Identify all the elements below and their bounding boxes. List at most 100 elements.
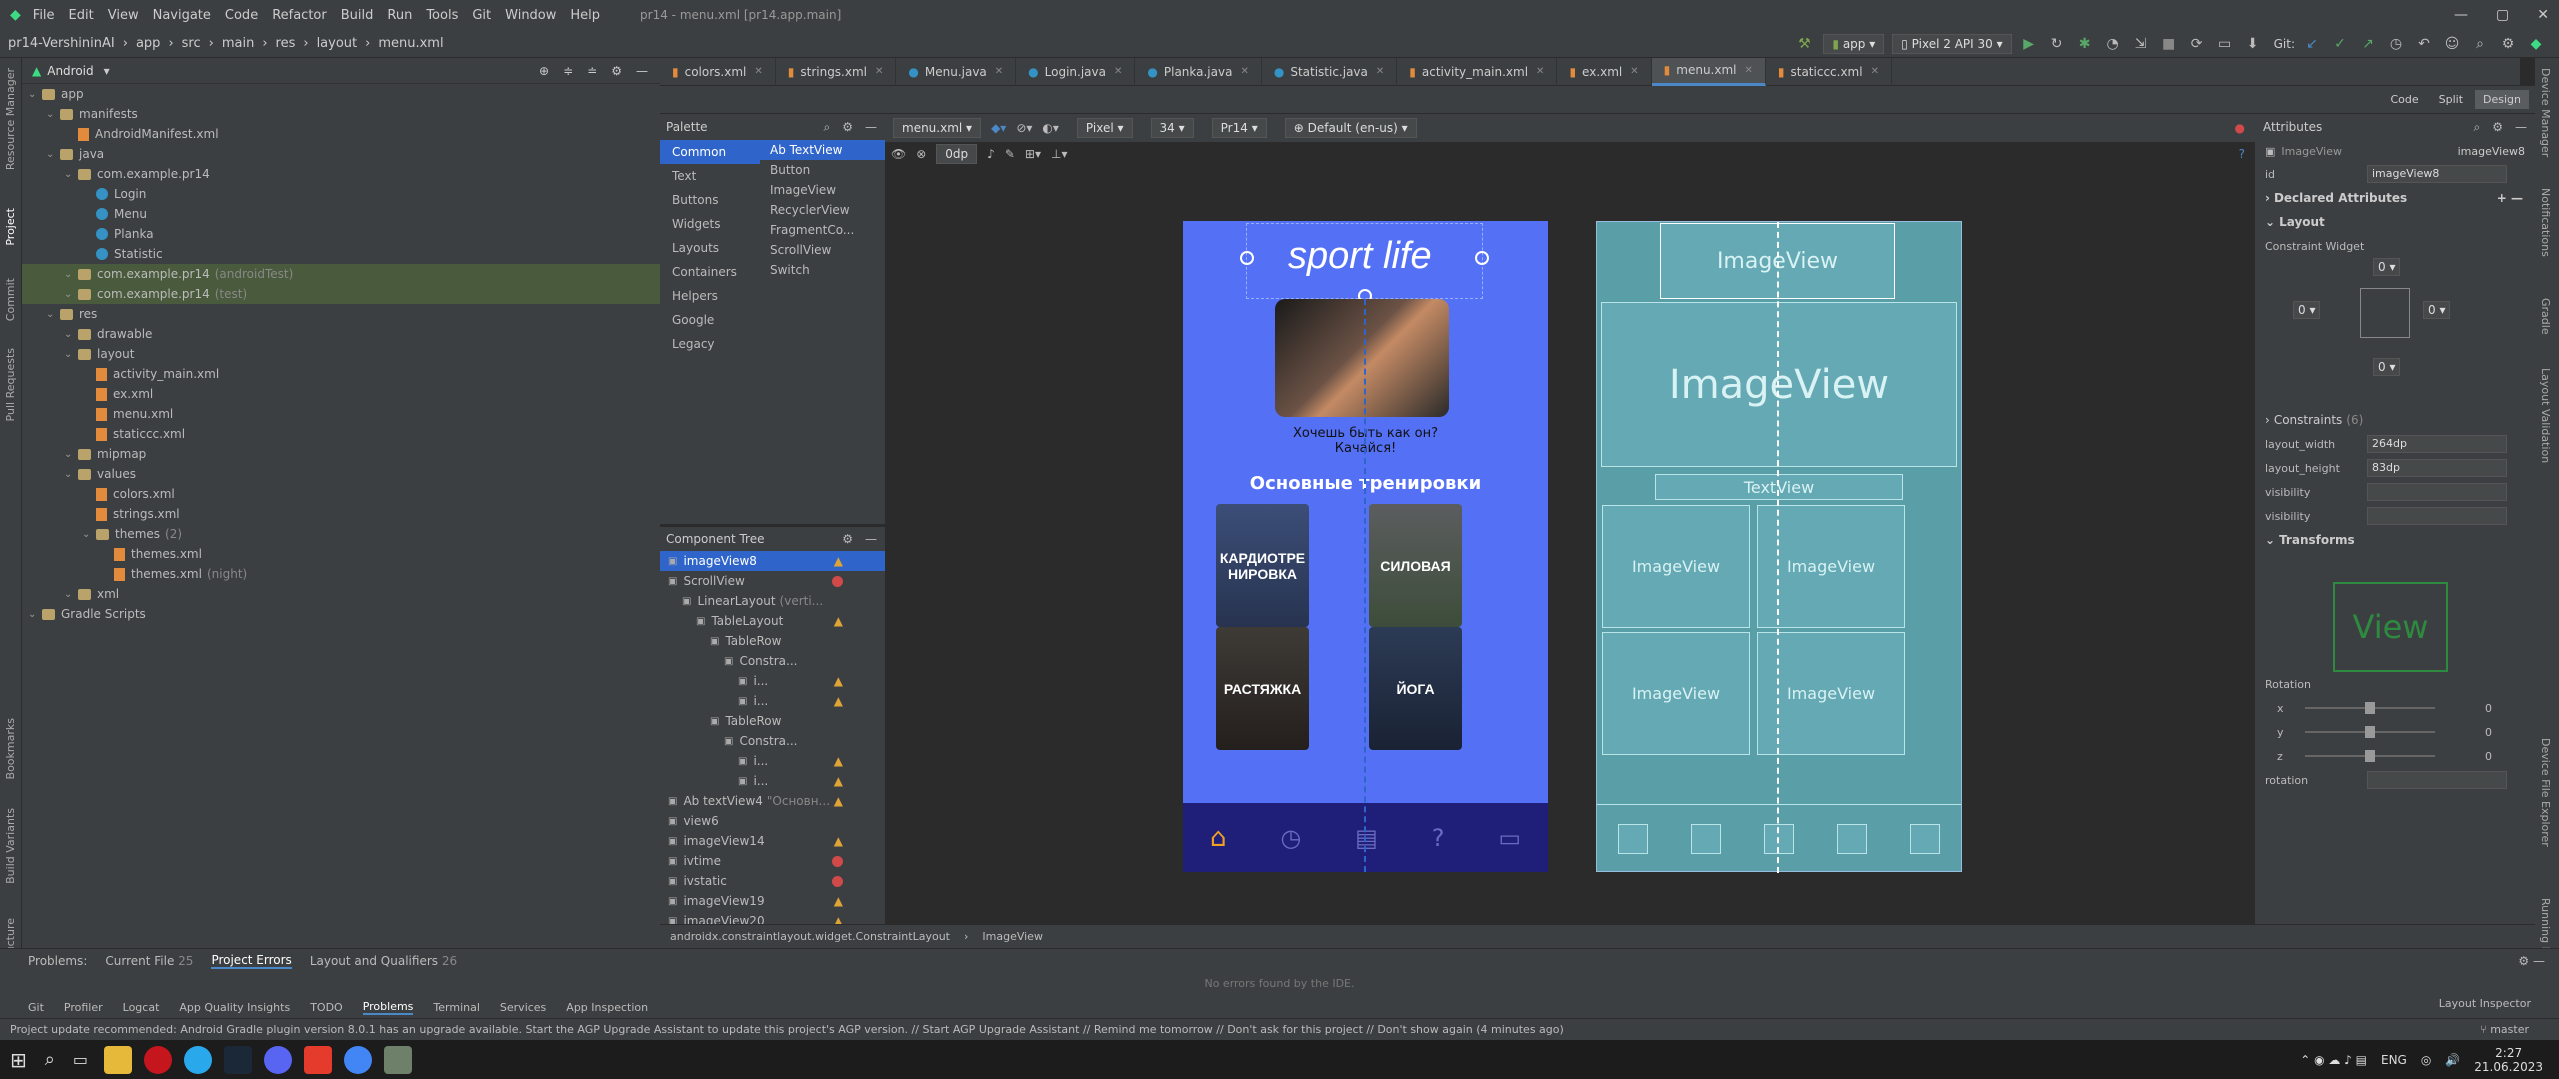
error-icon[interactable] — [832, 575, 843, 587]
tree-item[interactable]: Statistic — [22, 244, 660, 264]
athlete-image[interactable] — [1275, 299, 1449, 417]
project-tab[interactable]: Project — [4, 208, 17, 246]
gear-icon[interactable]: ⚙ — [2492, 120, 2503, 134]
palette-category-layouts[interactable]: Layouts — [660, 236, 760, 260]
menu-item-file[interactable]: File — [33, 8, 55, 23]
help-icon[interactable]: ? — [2239, 147, 2245, 161]
commit-tab[interactable]: Commit — [4, 278, 17, 321]
menu-item-code[interactable]: Code — [225, 8, 258, 23]
search-icon[interactable]: ⌕ — [2469, 33, 2491, 55]
palette-item[interactable]: Switch — [760, 260, 885, 280]
chevron-down-icon[interactable]: ▾ — [104, 64, 110, 78]
tree-item[interactable]: themes.xml — [22, 544, 660, 564]
run-icon[interactable]: ▶ — [2018, 33, 2040, 55]
search-icon[interactable]: ⌕ — [45, 1049, 55, 1070]
palette-item[interactable]: ScrollView — [760, 240, 885, 260]
pack-icon[interactable]: ⊞▾ — [1025, 147, 1041, 161]
clear-constraints-icon[interactable]: ♪ — [987, 147, 995, 161]
tree-item[interactable]: menu.xml — [22, 404, 660, 424]
windows-start-icon[interactable]: ⊞ — [10, 1048, 27, 1072]
tool-tab-logcat[interactable]: Logcat — [123, 1001, 160, 1014]
stats-icon[interactable]: ▤ — [1355, 824, 1378, 852]
palette-category-widgets[interactable]: Widgets — [660, 212, 760, 236]
warning-icon[interactable]: ▲ — [834, 834, 843, 848]
menu-item-window[interactable]: Window — [505, 8, 556, 23]
tab-login-java[interactable]: ● Login.java ✕ — [1016, 57, 1136, 86]
language-indicator[interactable]: ENG — [2381, 1053, 2407, 1067]
bp-card-image[interactable]: ImageView — [1602, 632, 1750, 755]
component-tree-item[interactable]: ▣ TableLayout ▲ — [660, 611, 885, 631]
collapse-all-icon[interactable]: ≐ — [587, 64, 597, 78]
tray-icons[interactable]: ⌃ ◉ ☁ ♪ ▤ — [2300, 1053, 2367, 1067]
view-mode-design[interactable]: Design — [2475, 90, 2529, 109]
clock[interactable]: 2:27 21.06.2023 — [2474, 1046, 2543, 1074]
tab-current-file[interactable]: Current File 25 — [105, 954, 193, 968]
palette-category-common[interactable]: Common — [660, 140, 760, 164]
tree-item[interactable]: ⌄ layout — [22, 344, 660, 364]
chevron-down-icon[interactable]: ⌄ — [64, 589, 78, 600]
tool-tab-services[interactable]: Services — [500, 1001, 546, 1014]
tab-statistic-java[interactable]: ● Statistic.java ✕ — [1262, 57, 1398, 86]
resource-manager-tab[interactable]: Resource Manager — [4, 68, 17, 170]
git-commit-icon[interactable]: ✓ — [2329, 33, 2351, 55]
bp-nav-icon[interactable] — [1691, 823, 1722, 854]
top-margin[interactable]: 0 ▾ — [2373, 258, 2401, 276]
file-explorer-icon[interactable] — [103, 1045, 132, 1074]
component-tree-item[interactable]: ▣ LinearLayout (verti... — [660, 591, 885, 611]
align-icon[interactable]: ⊥▾ — [1051, 147, 1067, 161]
view-mode-code[interactable]: Code — [2382, 90, 2426, 109]
sdk-manager-icon[interactable]: ⬇ — [2242, 33, 2264, 55]
component-tree-item[interactable]: ▣ i... ▲ — [660, 771, 885, 791]
close-icon[interactable]: ✕ — [1536, 66, 1544, 77]
volume-icon[interactable]: 🔊 — [2445, 1053, 2460, 1067]
bp-nav-icon[interactable] — [1909, 823, 1940, 854]
component-tree-item[interactable]: ▣ i... ▲ — [660, 671, 885, 691]
api-select[interactable]: 34 ▾ — [1150, 118, 1194, 138]
bottom-margin[interactable]: 0 ▾ — [2373, 358, 2401, 376]
rotation-slider[interactable] — [2305, 702, 2435, 714]
notifications-tab[interactable]: Notifications — [2539, 188, 2552, 257]
design-mode-icon[interactable]: ◆▾ — [991, 121, 1006, 135]
build-variants-tab[interactable]: Build Variants — [4, 808, 17, 884]
git-history-icon[interactable]: ◷ — [2385, 33, 2407, 55]
close-icon[interactable]: ✕ — [1630, 66, 1638, 77]
error-icon[interactable] — [832, 855, 843, 867]
transforms-section[interactable]: ⌄ Transforms — [2255, 528, 2535, 552]
search-icon[interactable]: ⌕ — [824, 120, 831, 135]
git-update-icon[interactable]: ↙ — [2301, 33, 2323, 55]
hide-icon[interactable]: — — [2515, 120, 2527, 134]
tree-item[interactable]: activity_main.xml — [22, 364, 660, 384]
tab-layout-qualifiers[interactable]: Layout and Qualifiers 26 — [310, 954, 457, 968]
path-item[interactable]: ImageView — [982, 930, 1043, 943]
chevron-down-icon[interactable]: ⌄ — [82, 529, 96, 540]
menu-item-build[interactable]: Build — [341, 8, 374, 23]
gear-icon[interactable]: ⚙ — [611, 64, 622, 78]
path-item[interactable]: androidx.constraintlayout.widget.Constra… — [670, 930, 950, 943]
left-margin[interactable]: 0 ▾ — [2293, 301, 2321, 319]
close-icon[interactable]: ✕ — [1376, 66, 1384, 77]
status-message[interactable]: Project update recommended: Android Grad… — [10, 1023, 1564, 1036]
git-rollback-icon[interactable]: ↶ — [2413, 33, 2435, 55]
tool-tab-terminal[interactable]: Terminal — [433, 1001, 480, 1014]
blueprint-icon[interactable]: ⊘▾ — [1016, 121, 1032, 135]
attach-debugger-icon[interactable]: ⇲ — [2130, 33, 2152, 55]
tree-item[interactable]: colors.xml — [22, 484, 660, 504]
id-field[interactable]: imageView8 — [2367, 165, 2507, 183]
component-tree-item[interactable]: ▣ TableRow — [660, 711, 885, 731]
breadcrumb-item[interactable]: app — [136, 36, 160, 51]
assistant-icon[interactable]: ◆ — [2525, 33, 2547, 55]
tree-item[interactable]: themes.xml (night) — [22, 564, 660, 584]
device-manager-icon[interactable]: ▭ — [2214, 33, 2236, 55]
gear-icon[interactable]: ⚙ — [842, 532, 853, 546]
notes-icon[interactable]: ▭ — [1498, 824, 1521, 852]
bp-card-image[interactable]: ImageView — [1757, 632, 1905, 755]
bp-nav-icon[interactable] — [1836, 823, 1867, 854]
tab-staticcc-xml[interactable]: ▮ staticcc.xml ✕ — [1766, 57, 1892, 86]
attribute-value[interactable] — [2367, 507, 2507, 525]
layout-file-select[interactable]: menu.xml ▾ — [893, 118, 982, 138]
git-push-icon[interactable]: ↗ — [2357, 33, 2379, 55]
chevron-down-icon[interactable]: ⌄ — [28, 89, 42, 100]
gradle-tab[interactable]: Gradle — [2539, 298, 2552, 335]
rotation-slider[interactable] — [2305, 750, 2435, 762]
chevron-down-icon[interactable]: ⌄ — [64, 269, 78, 280]
